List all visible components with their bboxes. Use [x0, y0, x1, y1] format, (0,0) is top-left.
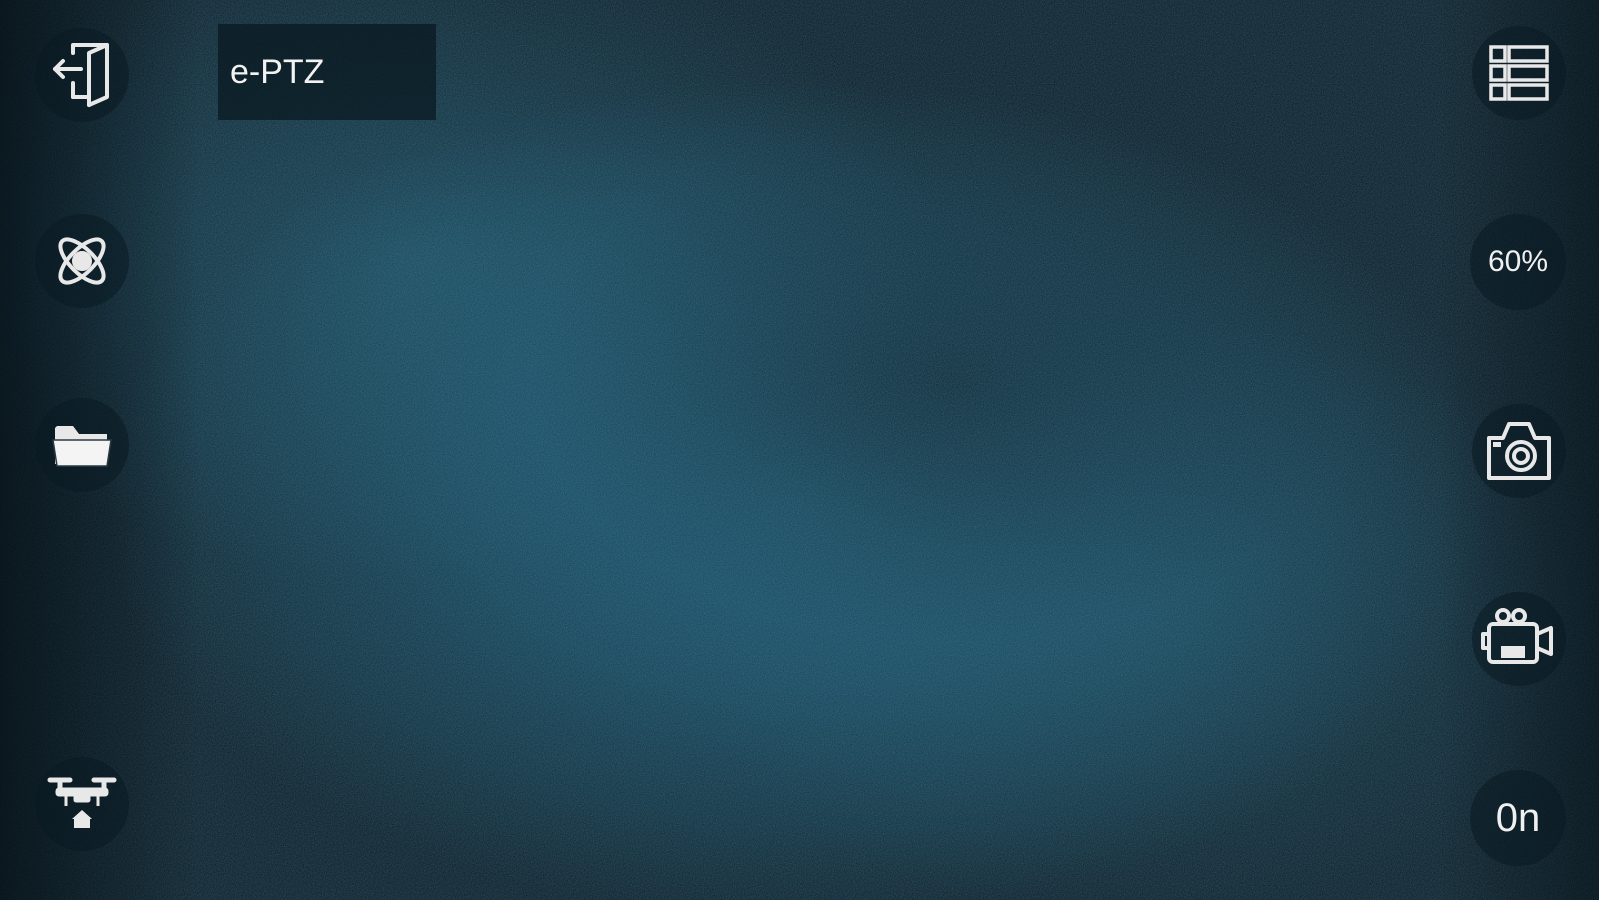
video-mode-button[interactable] [1472, 592, 1566, 686]
mode-label-text: e-PTZ [230, 52, 325, 91]
shutter-value: 0n [1495, 795, 1541, 840]
camera-shoot-button[interactable] [1472, 404, 1566, 498]
exit-button[interactable] [35, 28, 129, 122]
menu-button[interactable] [1472, 26, 1566, 120]
mode-label[interactable]: e-PTZ [218, 24, 436, 120]
return-home-button[interactable] [35, 757, 129, 851]
video-camera-icon [1481, 606, 1557, 672]
camera-live-view[interactable]: e-PTZ 60% 0n [0, 0, 1599, 900]
zoom-level-value: 60% [1487, 245, 1549, 278]
drone-propeller-icon [49, 228, 115, 294]
exit-icon [49, 39, 115, 111]
zoom-level-button[interactable]: 60% [1470, 214, 1566, 310]
list-menu-icon [1488, 42, 1550, 104]
album-button[interactable] [35, 398, 129, 492]
aircraft-settings-button[interactable] [35, 214, 129, 308]
camera-icon [1485, 418, 1553, 484]
drone-home-icon [44, 772, 120, 836]
folder-icon [51, 420, 113, 470]
shutter-setting-button[interactable]: 0n [1470, 770, 1566, 866]
camera-noise-texture [0, 0, 1599, 900]
